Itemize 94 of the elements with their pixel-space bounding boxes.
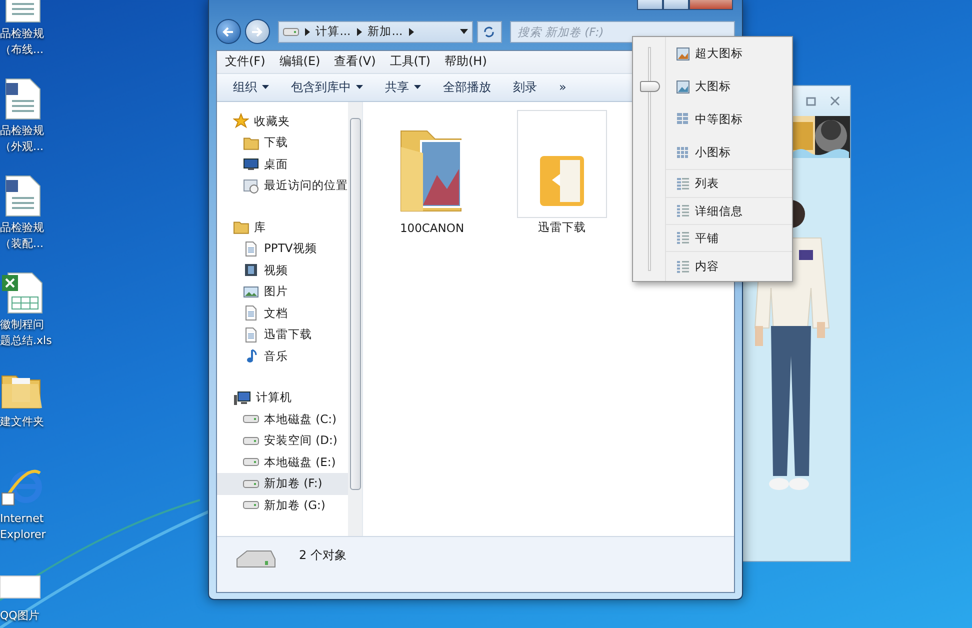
nav-item[interactable]: 迅雷下载: [217, 324, 348, 346]
nav-group[interactable]: 收藏夹: [217, 110, 348, 132]
nav-item[interactable]: 音乐: [217, 346, 348, 367]
desktop-icon-label[interactable]: 品检验规（外观...: [0, 123, 52, 155]
nav-item[interactable]: 桌面: [217, 154, 348, 175]
maximize-icon: [806, 96, 816, 106]
menu-item[interactable]: 编辑(E): [279, 53, 320, 70]
view-menu-item[interactable]: 内容: [633, 251, 792, 281]
download-folder-icon: [243, 134, 259, 151]
desktop-icon-label[interactable]: 品检验规（布线...: [0, 26, 52, 58]
view-mode-icon: [676, 46, 690, 61]
menu-item[interactable]: 文件(F): [225, 53, 266, 70]
nav-item[interactable]: 本地磁盘 (C:): [217, 408, 348, 430]
view-mode-icon: [676, 146, 690, 160]
nav-item[interactable]: 安装空间 (D:): [217, 430, 348, 452]
view-mode-icon: [676, 260, 690, 274]
menu-item[interactable]: 工具(T): [390, 53, 430, 70]
drive-icon: [243, 415, 259, 424]
refresh-icon: [482, 24, 496, 39]
spreadsheet-icon: [0, 271, 44, 315]
recent-places-icon: [243, 178, 259, 194]
file-name: 迅雷下载: [538, 220, 586, 234]
chevron-icon: [304, 28, 310, 36]
view-menu-item[interactable]: 平铺: [633, 224, 792, 252]
close-icon: [830, 96, 840, 106]
monitor-icon: [243, 156, 259, 172]
file-name: 100CANON: [400, 220, 464, 234]
caret-icon: [356, 85, 363, 89]
minimize-button[interactable]: [637, 0, 663, 10]
image-icon: [243, 284, 259, 300]
toolbar-button[interactable]: 组织: [223, 78, 279, 96]
view-mode-icon: [676, 204, 690, 218]
view-menu-item[interactable]: 大图标: [633, 70, 792, 103]
toolbar-button[interactable]: 包含到库中: [281, 78, 373, 96]
forward-button[interactable]: [244, 19, 270, 44]
document-icon: [243, 305, 259, 322]
view-menu-item[interactable]: 列表: [633, 169, 792, 198]
arrow-left-icon: [222, 26, 234, 38]
document-icon: [243, 326, 259, 343]
view-mode-icon: [676, 231, 690, 246]
view-menu-item[interactable]: 小图标: [633, 136, 792, 170]
toolbar-button[interactable]: »: [549, 80, 576, 94]
desktop-icon-label[interactable]: QQ图片: [0, 608, 52, 624]
drive-icon: [282, 28, 299, 36]
library-icon: [233, 219, 249, 236]
drive-icon: [243, 501, 259, 510]
film-icon: [243, 262, 259, 278]
toolbar-button[interactable]: 全部播放: [433, 78, 501, 96]
view-mode-icon: [676, 176, 690, 191]
menu-item[interactable]: 帮助(H): [444, 53, 487, 70]
desktop-icon-label[interactable]: 建文件夹: [0, 414, 52, 430]
address-bar[interactable]: 计算... 新加...: [278, 20, 473, 43]
nav-item[interactable]: 本地磁盘 (E:): [217, 452, 348, 473]
nav-group[interactable]: 库: [217, 216, 348, 238]
computer-icon: [233, 390, 251, 406]
desktop-icon-label[interactable]: 徽制程问题总结.xls: [0, 317, 52, 349]
nav-item[interactable]: PPTV视频: [217, 238, 348, 260]
nav-group[interactable]: 计算机: [217, 387, 348, 408]
drive-icon: [243, 458, 259, 466]
close-button[interactable]: [689, 0, 733, 10]
nav-item[interactable]: 下载: [217, 132, 348, 154]
back-button[interactable]: [216, 19, 241, 44]
chevron-icon: [356, 28, 362, 36]
toolbar-button[interactable]: 共享: [375, 78, 431, 96]
view-mode-icon: [676, 80, 690, 94]
view-menu-item[interactable]: 中等图标: [633, 102, 792, 136]
maximize-button[interactable]: [663, 0, 689, 10]
star-icon: [233, 113, 249, 130]
desktop-icon-label[interactable]: 品检验规（装配...: [0, 220, 52, 252]
status-text: 2 个对象: [299, 547, 346, 564]
nav-item[interactable]: 图片: [217, 281, 348, 302]
refresh-button[interactable]: [476, 20, 502, 43]
nav-item[interactable]: 视频: [217, 260, 348, 281]
nav-item[interactable]: 新加卷 (F:): [217, 473, 348, 494]
view-menu-item[interactable]: 详细信息: [633, 197, 792, 224]
chevron-icon: [408, 28, 414, 36]
breadcrumb[interactable]: 计算...: [316, 24, 351, 40]
document-icon: [243, 240, 259, 257]
scrollbar[interactable]: [348, 102, 362, 536]
toolbar-button[interactable]: 刻录: [503, 78, 547, 96]
view-mode-icon: [676, 112, 690, 126]
nav-item[interactable]: 最近访问的位置: [217, 175, 348, 196]
caret-icon: [262, 85, 269, 89]
slider-thumb[interactable]: [640, 80, 660, 92]
caret-icon: [414, 85, 421, 89]
caret-icon: [460, 29, 468, 34]
drive-icon: [243, 480, 259, 488]
drive-icon: [243, 436, 259, 445]
nav-item[interactable]: 文档: [217, 302, 348, 324]
arrow-right-icon: [251, 26, 264, 38]
nav-item[interactable]: 新加卷 (G:): [217, 494, 348, 516]
breadcrumb[interactable]: 新加...: [368, 24, 403, 40]
desktop-icon-label[interactable]: Internet Explorer: [0, 511, 52, 543]
menu-item[interactable]: 查看(V): [334, 53, 376, 70]
